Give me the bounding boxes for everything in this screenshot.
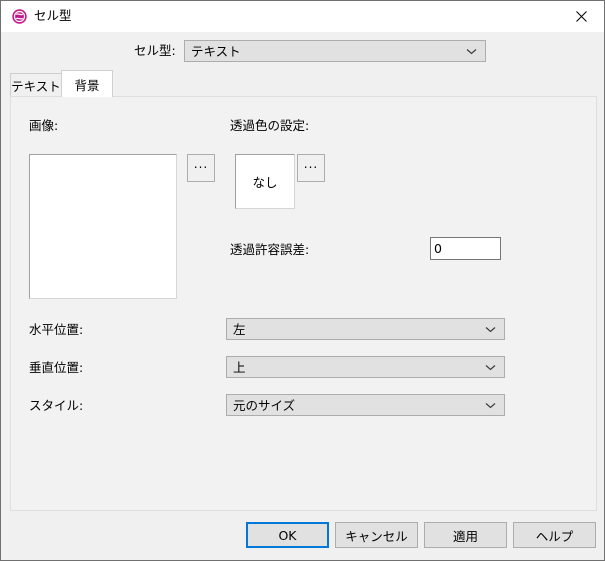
cell-type-value: テキスト [191,44,241,59]
title-bar: セル型 [1,1,604,32]
ellipsis-icon: ... [193,157,209,171]
close-icon [576,10,587,22]
tab-text[interactable]: テキスト [10,73,62,96]
tab-background-label: 背景 [74,77,100,93]
style-value: 元のサイズ [233,398,296,413]
chevron-down-icon [485,319,496,339]
image-label: 画像: [29,118,59,133]
transparent-color-preview[interactable]: なし [235,154,295,209]
ok-button[interactable]: OK [246,522,329,548]
chevron-down-icon [485,395,496,415]
close-button[interactable] [559,1,604,31]
transparent-color-label: 透過色の設定: [230,118,310,133]
transparent-color-value: なし [252,175,278,190]
horizontal-position-select[interactable]: 左 [226,318,505,340]
tab-text-label: テキスト [11,78,61,94]
cell-type-dialog: セル型 セル型: テキスト テキスト 背景 画像: ... 透過色の設定: なし… [0,0,605,561]
cancel-button-label: キャンセル [345,528,408,544]
apply-button-label: 適用 [452,528,478,544]
cell-type-select[interactable]: テキスト [184,40,486,62]
cell-type-label: セル型: [134,43,176,58]
apply-button[interactable]: 適用 [424,522,507,548]
app-icon [12,9,27,24]
window-title: セル型 [34,8,72,23]
ellipsis-icon: ... [303,157,319,171]
horizontal-position-label: 水平位置: [29,322,84,337]
background-tab-panel: 画像: ... 透過色の設定: なし ... 透過許容誤差: 水平位置: 左 垂… [10,96,597,511]
tab-strip: テキスト 背景 [10,70,595,97]
help-button[interactable]: ヘルプ [513,522,596,548]
image-preview[interactable] [29,154,177,299]
cancel-button[interactable]: キャンセル [335,522,418,548]
image-browse-button[interactable]: ... [187,154,215,182]
vertical-position-value: 上 [233,360,246,375]
style-label: スタイル: [29,398,84,413]
vertical-position-select[interactable]: 上 [226,356,505,378]
tolerance-label: 透過許容誤差: [230,242,310,257]
horizontal-position-value: 左 [233,322,246,337]
tab-background[interactable]: 背景 [61,70,113,97]
ok-button-label: OK [278,527,297,543]
chevron-down-icon [485,357,496,377]
chevron-down-icon [466,41,477,61]
help-button-label: ヘルプ [535,528,574,544]
tolerance-input[interactable] [430,237,501,260]
transparent-color-browse-button[interactable]: ... [297,154,325,182]
vertical-position-label: 垂直位置: [29,360,84,375]
style-select[interactable]: 元のサイズ [226,394,505,416]
